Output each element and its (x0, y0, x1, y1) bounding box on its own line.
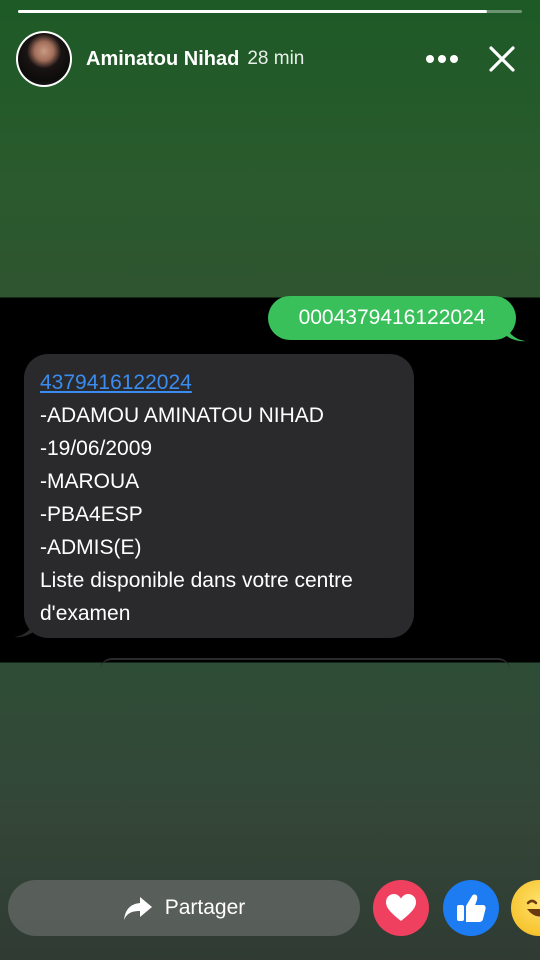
message-line: -19/06/2009 (40, 437, 153, 460)
next-message-bubble-edge (100, 658, 510, 670)
close-icon (489, 46, 515, 72)
story-header: Aminatou Nihad 28 min (16, 30, 524, 88)
heart-icon (386, 894, 416, 921)
avatar[interactable] (16, 31, 72, 87)
avatar-image (18, 33, 70, 85)
thumbs-up-icon (457, 894, 486, 922)
message-link-number[interactable]: 4379416122024 (40, 371, 192, 394)
share-label: Partager (164, 896, 246, 919)
more-options-button[interactable] (420, 37, 464, 81)
message-line: Liste disponible dans votre centre d'exa… (40, 569, 353, 625)
author-name[interactable]: Aminatou Nihad (86, 48, 239, 71)
sent-message-text: 0004379416122024 (298, 306, 486, 329)
haha-reaction-button[interactable] (511, 880, 540, 936)
close-button[interactable] (480, 37, 524, 81)
message-line: -ADAMOU AMINATOU NIHAD (40, 404, 324, 427)
more-horizontal-icon (426, 55, 458, 63)
share-button[interactable]: Partager (8, 880, 360, 936)
share-arrow-icon (123, 895, 153, 921)
laughing-face-icon (526, 899, 540, 917)
love-reaction-button[interactable] (373, 880, 429, 936)
story-timestamp: 28 min (247, 48, 305, 69)
received-message-bubble: 4379416122024 -ADAMOU AMINATOU NIHAD -19… (24, 354, 414, 638)
story-progress-bar (18, 10, 522, 13)
story-viewer: Aminatou Nihad 28 min 0004379416122024 4… (0, 0, 540, 960)
message-line: -ADMIS(E) (40, 536, 142, 559)
message-line: -MAROUA (40, 470, 140, 493)
message-line: -PBA4ESP (40, 503, 143, 526)
story-progress-fill (18, 10, 487, 13)
sent-message-bubble: 0004379416122024 (268, 296, 516, 340)
like-reaction-button[interactable] (443, 880, 499, 936)
